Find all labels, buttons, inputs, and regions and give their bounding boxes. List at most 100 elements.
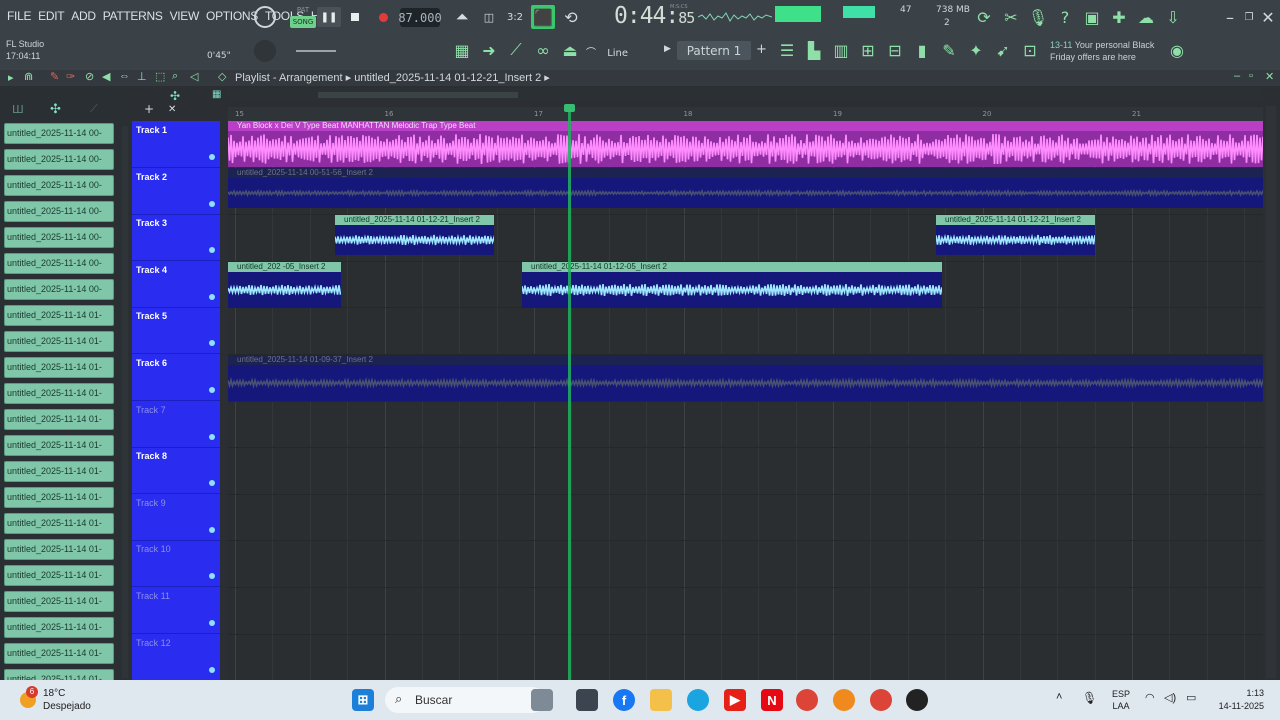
chevron-up-icon[interactable]: ˄ <box>1056 691 1062 703</box>
playhead[interactable] <box>564 104 575 681</box>
picker-item[interactable]: untitled_2025-11-14 01- <box>4 461 114 482</box>
taskbar-clock[interactable]: 1:13 14-11-2025 <box>1208 687 1264 713</box>
delete-tool-icon[interactable]: ⊘ <box>85 70 94 83</box>
track-header[interactable]: Track 3 <box>132 214 220 262</box>
tools-button[interactable]: ✂ <box>999 7 1023 27</box>
help-button[interactable]: ? <box>1053 7 1077 27</box>
chrome-profile-icon[interactable] <box>870 689 892 711</box>
pattern-selector[interactable]: Pattern 1 <box>677 41 751 60</box>
track-header[interactable]: Track 12 <box>132 634 220 681</box>
restore-button[interactable]: ❐ <box>1241 7 1257 27</box>
playhead-marker[interactable] <box>564 104 575 112</box>
picker-item[interactable]: untitled_2025-11-14 01- <box>4 617 114 638</box>
stamp-button[interactable]: ⏏ <box>558 40 582 60</box>
mixer-button[interactable]: ▥ <box>829 40 853 60</box>
download-button[interactable]: ⇩ <box>1161 7 1185 27</box>
overview-scrollbar[interactable] <box>228 88 1263 102</box>
track-mute-led[interactable] <box>209 154 215 160</box>
track-header[interactable]: Track 10 <box>132 540 220 588</box>
audio-clip[interactable]: untitled_2025-11-14 01-12-05_Insert 2 <box>522 262 942 308</box>
picker-item[interactable]: untitled_2025-11-14 01- <box>4 539 114 560</box>
add-pattern-button[interactable]: + <box>756 42 767 57</box>
shop-button[interactable]: ⊡ <box>1018 40 1042 60</box>
menu-patterns[interactable]: PATTERNS <box>103 9 163 25</box>
track-header[interactable]: Track 1 <box>132 121 220 168</box>
account-button[interactable]: ◉ <box>1165 40 1189 60</box>
widget-app-icon[interactable] <box>531 689 553 711</box>
arrangement-grid[interactable]: Yan Block x Dei V Type Beat MANHATTAN Me… <box>228 121 1263 681</box>
netflix-icon[interactable]: N <box>761 689 783 711</box>
save-button[interactable]: ▣ <box>1080 7 1104 27</box>
picker-item[interactable]: untitled_2025-11-14 00- <box>4 175 114 196</box>
remove-icon[interactable]: ✕ <box>168 104 176 115</box>
add-track-icon[interactable]: + <box>144 102 154 116</box>
chat-button[interactable]: ☁ <box>1134 7 1158 27</box>
picker-item[interactable]: untitled_2025-11-14 01- <box>4 357 114 378</box>
picker-item[interactable]: untitled_2025-11-14 01- <box>4 409 114 430</box>
youtube-icon[interactable]: ▶ <box>724 689 746 711</box>
playlist-button[interactable]: ☰ <box>775 40 799 60</box>
master-pitch-slider[interactable] <box>296 50 336 52</box>
picker-item[interactable]: untitled_2025-11-14 00- <box>4 279 114 300</box>
picker-item[interactable]: untitled_2025-11-14 00- <box>4 253 114 274</box>
mute-tool-icon[interactable]: ◀ <box>102 70 110 83</box>
track-mute-led[interactable] <box>209 573 215 580</box>
picker-item[interactable]: untitled_2025-11-14 01- <box>4 565 114 586</box>
playlist-menu-arrow[interactable]: ▸ <box>8 71 14 84</box>
picker-item[interactable]: untitled_2025-11-14 01- <box>4 383 114 404</box>
overview-thumb[interactable] <box>318 92 518 98</box>
score-button[interactable]: ➹ <box>991 40 1015 60</box>
magnet-icon[interactable]: ⋒ <box>24 70 33 83</box>
link-button[interactable]: ∞ <box>531 40 555 60</box>
microphone-button[interactable]: 🎙 <box>1026 7 1050 27</box>
battery-icon[interactable]: ▭ <box>1186 691 1196 704</box>
weather-widget[interactable]: 6 <box>16 686 42 712</box>
track-mute-led[interactable] <box>209 340 215 347</box>
picker-item[interactable]: untitled_2025-11-14 01- <box>4 591 114 612</box>
zoom-tool-icon[interactable]: ⌕ <box>172 70 178 83</box>
audio-clip[interactable]: Yan Block x Dei V Type Beat MANHATTAN Me… <box>228 121 1263 167</box>
file-explorer-icon[interactable] <box>650 689 672 711</box>
track-mute-led[interactable] <box>209 526 215 533</box>
minimize-button[interactable]: – <box>1222 7 1238 27</box>
picker-pattern-icon[interactable]: Ш <box>12 103 24 116</box>
audio-clip[interactable]: untitled_2025-11-14 01-09-37_Insert 2 <box>228 355 1263 401</box>
snap-selector[interactable]: ⌒ Line <box>586 44 628 59</box>
menu-file[interactable]: FILE <box>7 9 31 25</box>
track-mute-led[interactable] <box>209 293 215 300</box>
facebook-icon[interactable]: f <box>613 689 635 711</box>
piano-roll-button[interactable]: ✦ <box>964 40 988 60</box>
picker-item[interactable]: untitled_2025-11-14 01- <box>4 513 114 534</box>
undo-history-button[interactable]: ⟳ <box>972 7 996 27</box>
picker-item[interactable]: untitled_2025-11-14 01- <box>4 331 114 352</box>
track-header[interactable]: Track 9 <box>132 494 220 541</box>
stats-button[interactable]: ▙ <box>802 40 826 60</box>
wifi-icon[interactable]: ◠ <box>1145 691 1155 704</box>
audio-clip[interactable]: untitled_2025-11-14 01-12-21_Insert 2 <box>936 215 1095 255</box>
track-header[interactable]: Track 8 <box>132 447 220 495</box>
slip-tool-icon[interactable]: ⇔ <box>119 70 130 82</box>
menu-view[interactable]: VIEW <box>170 9 200 25</box>
slice-tool-icon[interactable]: ⊥ <box>137 70 147 83</box>
blend-notes-button[interactable]: ⬛ <box>531 5 555 29</box>
news-panel[interactable]: 13-11 Your personal Black Friday offers … <box>1050 39 1154 63</box>
picker-item[interactable]: untitled_2025-11-14 00- <box>4 123 114 144</box>
track-header[interactable]: Track 4 <box>132 261 220 308</box>
grid-icon[interactable]: ▦ <box>212 89 221 100</box>
pitch-knob[interactable] <box>254 40 276 62</box>
pat-song-toggle[interactable]: PAT SONG <box>290 4 316 30</box>
track-mute-led[interactable] <box>209 247 215 254</box>
playlist-minimize-icon[interactable]: – <box>1234 70 1240 82</box>
metronome-button[interactable]: ⏶ <box>450 7 474 27</box>
master-volume-knob[interactable] <box>254 6 276 28</box>
loop-record-button[interactable]: ⟲ <box>559 7 583 27</box>
track-header[interactable]: Track 11 <box>132 587 220 634</box>
track-mute-led[interactable] <box>209 433 215 440</box>
fl-studio-taskbar-icon[interactable] <box>833 689 855 711</box>
playback-tool-icon[interactable]: ◁ <box>190 70 198 83</box>
stop-button[interactable] <box>343 7 367 27</box>
track-header[interactable]: Track 2 <box>132 168 220 215</box>
select-tool-icon[interactable]: ⬚ <box>155 70 165 83</box>
weather-text[interactable]: 18°C Despejado <box>43 687 91 713</box>
tempo-display[interactable]: 87.000 <box>398 8 442 27</box>
